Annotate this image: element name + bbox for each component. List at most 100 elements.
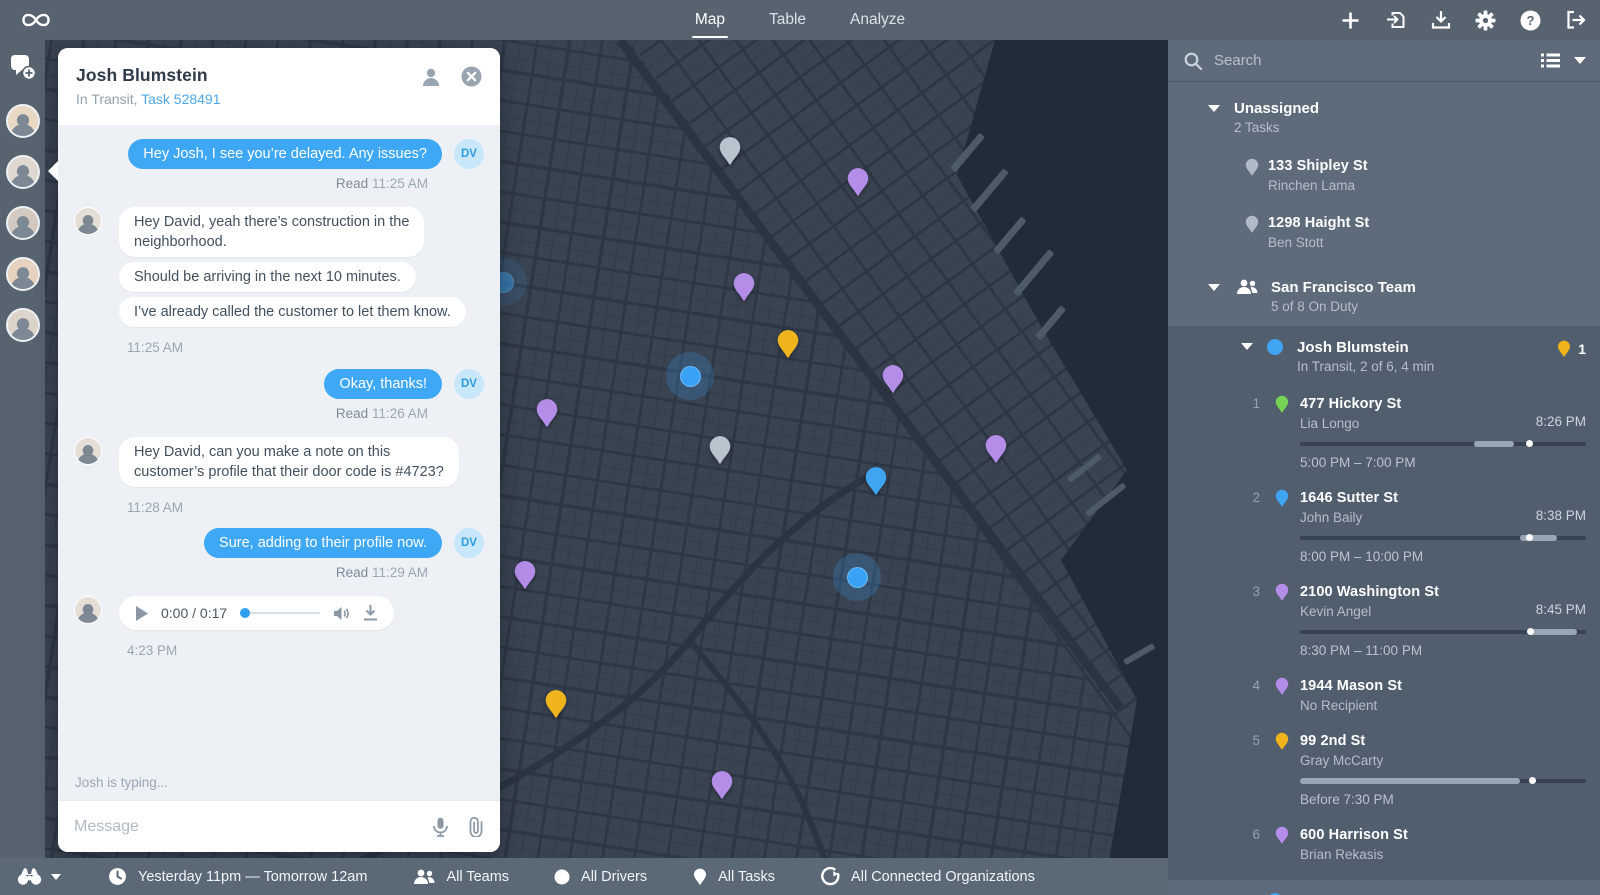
- map-pin-purple[interactable]: [985, 434, 1008, 465]
- collapse-caret-icon[interactable]: [1208, 105, 1220, 112]
- message-outgoing: Okay, thanks! DV: [74, 369, 484, 399]
- driver-avatar[interactable]: [6, 308, 40, 342]
- filter-label: All Tasks: [718, 869, 775, 885]
- task-number: 2: [1240, 488, 1260, 508]
- task-pin-purple-icon: [1275, 826, 1289, 845]
- add-icon[interactable]: [1340, 10, 1361, 31]
- task-eta: 8:45 PM: [1536, 602, 1586, 621]
- message-bubble: Hey David, yeah there’s construction in …: [119, 207, 424, 257]
- logout-icon[interactable]: [1565, 10, 1586, 31]
- help-icon[interactable]: ?: [1520, 10, 1541, 31]
- view-scope-control[interactable]: [17, 868, 61, 885]
- task-pin-purple-icon: [1275, 583, 1289, 602]
- filter-organizations[interactable]: All Connected Organizations: [821, 867, 1035, 886]
- filter-teams[interactable]: All Teams: [413, 869, 509, 885]
- message-incoming: Hey David, can you make a note on this c…: [74, 437, 484, 515]
- task-window: 8:30 PM – 11:00 PM: [1300, 641, 1586, 660]
- task-address: 1646 Sutter St: [1300, 488, 1586, 508]
- read-receipt: Read 11:29 AM: [74, 565, 428, 580]
- map-pin-yellow[interactable]: [545, 689, 568, 720]
- task-row-4[interactable]: 4 1944 Mason St No Recipient: [1168, 668, 1600, 723]
- task-recipient: Rinchen Lama: [1268, 176, 1368, 195]
- task-pin-yellow-icon: [1275, 732, 1289, 751]
- driver-row-josh[interactable]: Josh Blumstein In Transit, 2 of 6, 4 min…: [1168, 326, 1600, 386]
- chat-contact-status: In Transit, Task 528491: [76, 91, 482, 107]
- driver-row-cindy[interactable]: Cindy Cheung Offline, 0 of 4: [1168, 880, 1600, 895]
- export-icon[interactable]: [1430, 10, 1451, 31]
- map-pin-purple[interactable]: [847, 167, 870, 198]
- list-view-icon[interactable]: [1541, 53, 1560, 68]
- attachment-icon[interactable]: [468, 817, 484, 837]
- map-driver-location-dot[interactable]: [666, 352, 714, 400]
- sender-avatar-dv: DV: [454, 528, 484, 558]
- map-pin-purple[interactable]: [536, 398, 559, 429]
- task-eta: 8:38 PM: [1536, 508, 1586, 527]
- close-chat-icon[interactable]: [461, 66, 482, 92]
- task-row-1[interactable]: 1 477 Hickory St Lia Longo 8:26 PM 5:00 …: [1168, 386, 1600, 480]
- map-pin-purple[interactable]: [882, 364, 905, 395]
- driver-avatar[interactable]: [6, 104, 40, 138]
- new-chat-icon[interactable]: [9, 55, 36, 86]
- settings-gear-icon[interactable]: [1475, 10, 1496, 31]
- task-pin-blue-icon: [1275, 489, 1289, 508]
- sender-avatar-dv: DV: [454, 139, 484, 169]
- map-driver-location-dot[interactable]: [833, 553, 881, 601]
- tab-analyze[interactable]: Analyze: [850, 0, 905, 40]
- top-bar: Map Table Analyze: [0, 0, 1600, 40]
- contact-profile-icon[interactable]: [421, 67, 441, 92]
- chat-messages: Hey Josh, I see you’re delayed. Any issu…: [58, 125, 500, 800]
- chevron-down-icon: [51, 874, 61, 880]
- audio-seek-slider[interactable]: [240, 608, 320, 618]
- task-progress-bar: [1300, 440, 1586, 447]
- microphone-icon[interactable]: [433, 817, 448, 837]
- read-receipt: Read 11:25 AM: [74, 176, 428, 191]
- task-row-6[interactable]: 6 600 Harrison St Brian Rekasis: [1168, 817, 1600, 872]
- topbar-actions: ?: [1340, 0, 1586, 40]
- map-pin-blue[interactable]: [865, 466, 888, 497]
- driver-avatar-josh-active[interactable]: [6, 155, 40, 189]
- sort-caret-icon[interactable]: [1574, 57, 1586, 64]
- task-row-3[interactable]: 3 2100 Washington St Kevin Angel 8:45 PM…: [1168, 574, 1600, 668]
- tab-map[interactable]: Map: [695, 0, 725, 40]
- unassigned-task-row[interactable]: 1298 Haight St Ben Stott: [1168, 204, 1600, 261]
- binoculars-icon: [17, 868, 42, 885]
- import-icon[interactable]: [1385, 10, 1406, 31]
- map-pin-gray[interactable]: [709, 435, 732, 466]
- drivers-icon: [554, 869, 570, 885]
- driver-avatar[interactable]: [6, 206, 40, 240]
- group-unassigned[interactable]: Unassigned 2 Tasks: [1168, 82, 1600, 147]
- message-input[interactable]: [74, 818, 413, 836]
- group-subtitle: 5 of 8 On Duty: [1271, 298, 1416, 316]
- badge-pin-yellow-icon: [1557, 340, 1571, 358]
- search-icon: [1184, 52, 1202, 70]
- chat-task-link[interactable]: Task 528491: [141, 91, 220, 107]
- message-bubble: I’ve already called the customer to let …: [119, 297, 466, 327]
- task-row-2[interactable]: 2 1646 Sutter St John Baily 8:38 PM 8:00…: [1168, 480, 1600, 574]
- search-input[interactable]: [1214, 52, 1541, 69]
- organizations-icon: [821, 867, 840, 886]
- map-pin-purple[interactable]: [733, 272, 756, 303]
- driver-status: In Transit, 2 of 6, 4 min: [1297, 358, 1557, 376]
- filter-time-range[interactable]: Yesterday 11pm — Tomorrow 12am: [108, 867, 367, 886]
- play-icon[interactable]: [135, 606, 148, 621]
- driver-block-josh: Josh Blumstein In Transit, 2 of 6, 4 min…: [1168, 326, 1600, 880]
- map-pin-yellow[interactable]: [777, 329, 800, 360]
- download-audio-icon[interactable]: [363, 605, 378, 621]
- volume-icon[interactable]: [333, 606, 350, 621]
- map-pin-gray[interactable]: [719, 136, 742, 167]
- collapse-caret-icon[interactable]: [1241, 343, 1253, 350]
- driver-avatar[interactable]: [6, 257, 40, 291]
- group-team[interactable]: San Francisco Team 5 of 8 On Duty: [1168, 261, 1600, 326]
- unassigned-task-row[interactable]: 133 Shipley St Rinchen Lama: [1168, 147, 1600, 204]
- map-pin-purple[interactable]: [711, 770, 734, 801]
- teams-icon: [413, 869, 435, 885]
- task-row-5[interactable]: 5 99 2nd St Gray McCarty Before 7:30 PM: [1168, 723, 1600, 817]
- filter-drivers[interactable]: All Drivers: [554, 869, 647, 885]
- collapse-caret-icon[interactable]: [1208, 284, 1220, 291]
- tasks-pin-icon: [693, 868, 707, 886]
- map-pin-purple[interactable]: [514, 560, 537, 591]
- tab-table[interactable]: Table: [769, 0, 806, 40]
- filter-tasks[interactable]: All Tasks: [693, 868, 775, 886]
- task-window: Before 7:30 PM: [1300, 790, 1586, 809]
- message-incoming-group: Hey David, yeah there’s construction in …: [74, 207, 484, 355]
